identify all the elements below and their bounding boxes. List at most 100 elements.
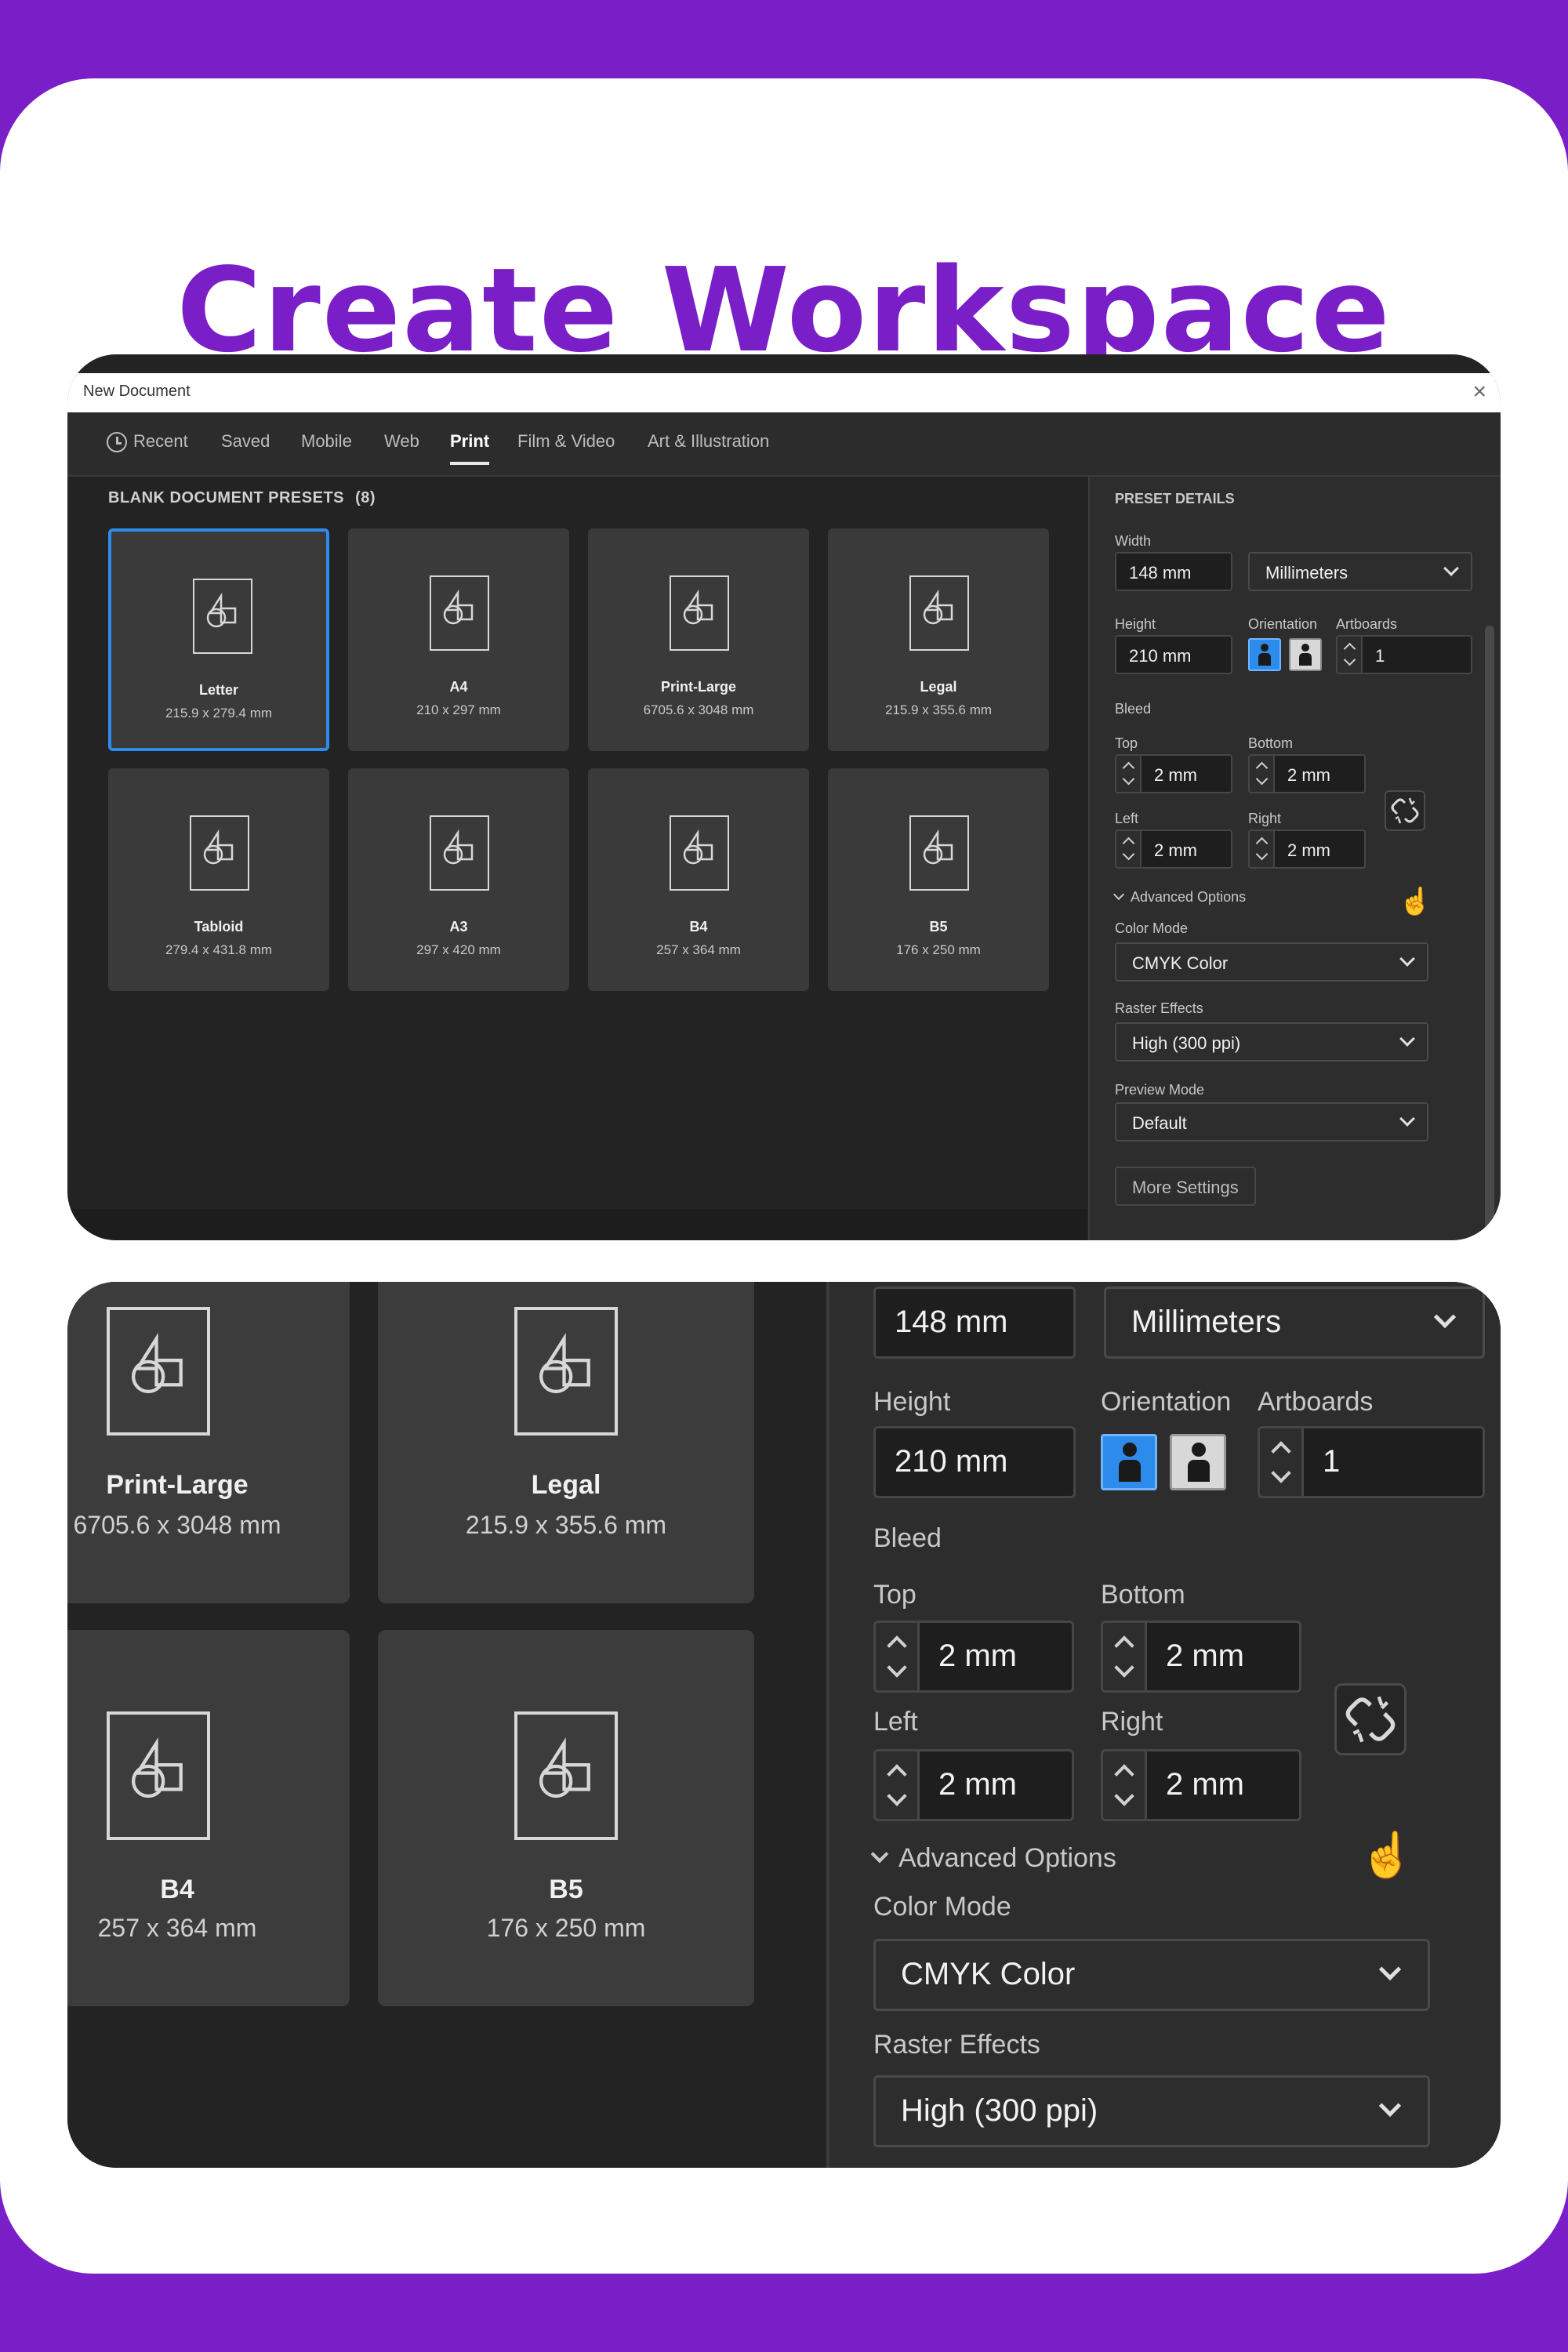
units-dropdown[interactable]: Millimeters <box>1248 552 1472 591</box>
chevron-down-icon <box>1112 888 1125 901</box>
width-field[interactable]: 148 mm <box>873 1287 1076 1359</box>
bleed-left-stepper[interactable] <box>873 1749 919 1821</box>
preview-mode-dropdown[interactable]: Default <box>1115 1102 1428 1142</box>
document-icon <box>514 1307 618 1436</box>
landscape-orientation-button[interactable] <box>1170 1434 1226 1490</box>
landscape-icon <box>1188 1443 1210 1482</box>
tab-mobile[interactable]: Mobile <box>301 431 352 463</box>
artboards-stepper[interactable] <box>1336 635 1363 674</box>
close-icon[interactable]: × <box>1472 378 1486 406</box>
chevron-down-icon <box>1399 951 1415 967</box>
tab-saved[interactable]: Saved <box>221 431 270 463</box>
preset-size: 257 x 364 mm <box>656 942 741 957</box>
tab-print[interactable]: Print <box>450 431 490 465</box>
preset-print-large[interactable]: Print-Large 6705.6 x 3048 mm <box>588 528 809 751</box>
color-mode-dropdown[interactable]: CMYK Color <box>1115 942 1428 982</box>
preset-a3[interactable]: A3 297 x 420 mm <box>348 768 569 991</box>
more-settings-button[interactable]: More Settings <box>1115 1167 1256 1206</box>
preset-tabloid[interactable]: Tabloid 279.4 x 431.8 mm <box>108 768 329 991</box>
bleed-right-field[interactable]: 2 mm <box>1145 1749 1301 1821</box>
advanced-options-toggle[interactable]: Advanced Options <box>870 1843 1116 1874</box>
dialog-titlebar: New Document × <box>67 373 1501 412</box>
bleed-top-field[interactable]: 2 mm <box>917 1621 1074 1693</box>
bleed-top-label: Top <box>873 1580 916 1610</box>
document-icon <box>430 575 489 651</box>
preset-size: 279.4 x 431.8 mm <box>165 942 273 957</box>
preset-print-large[interactable]: Print-Large 6705.6 x 3048 mm <box>67 1282 350 1603</box>
preset-name: B4 <box>160 1875 194 1904</box>
new-document-screenshot: New Document × Recent Saved Mobile Web P… <box>67 354 1501 1240</box>
clock-icon <box>107 432 127 453</box>
portrait-orientation-button[interactable] <box>1101 1434 1157 1490</box>
units-dropdown[interactable]: Millimeters <box>1104 1287 1485 1359</box>
preset-size: 6705.6 x 3048 mm <box>643 702 754 717</box>
preset-b5[interactable]: B5 176 x 250 mm <box>378 1630 754 2006</box>
preset-b4[interactable]: B4 257 x 364 mm <box>588 768 809 991</box>
bleed-bottom-field[interactable]: 2 mm <box>1145 1621 1301 1693</box>
bleed-top-stepper[interactable] <box>873 1621 919 1693</box>
landscape-orientation-button[interactable] <box>1289 638 1322 671</box>
height-field[interactable]: 210 mm <box>1115 635 1232 674</box>
tab-recent[interactable]: Recent <box>107 431 188 463</box>
zoomed-screenshot: Print-Large 6705.6 x 3048 mm Legal 215.9… <box>67 1282 1501 2168</box>
preset-name: A3 <box>449 919 468 935</box>
preset-details-panel: PRESET DETAILS Width 148 mm Millimeters … <box>1088 477 1501 1240</box>
preset-a4[interactable]: A4 210 x 297 mm <box>348 528 569 751</box>
preset-b4[interactable]: B4 257 x 364 mm <box>67 1630 350 2006</box>
tab-film-video[interactable]: Film & Video <box>517 431 615 463</box>
artboards-stepper[interactable] <box>1258 1426 1303 1498</box>
portrait-orientation-button[interactable] <box>1248 638 1281 671</box>
bleed-right-stepper[interactable] <box>1101 1749 1146 1821</box>
link-bleed-button[interactable] <box>1334 1683 1406 1755</box>
link-bleed-button[interactable] <box>1385 790 1425 831</box>
bleed-top-stepper[interactable] <box>1115 754 1142 793</box>
preset-name: B5 <box>929 919 948 935</box>
zoomed-details-panel: 148 mm Millimeters Height 210 mm Orienta… <box>826 1282 1501 2168</box>
hand-cursor-icon: ☝ <box>1359 1830 1414 1879</box>
bleed-bottom-stepper[interactable] <box>1248 754 1275 793</box>
presets-heading: BLANK DOCUMENT PRESETS (8) <box>108 489 376 506</box>
document-icon <box>670 815 729 891</box>
bleed-left-field[interactable]: 2 mm <box>1140 829 1232 869</box>
bleed-bottom-label: Bottom <box>1101 1580 1185 1610</box>
raster-effects-dropdown[interactable]: High (300 ppi) <box>1115 1022 1428 1062</box>
color-mode-label: Color Mode <box>873 1892 1011 1922</box>
bleed-left-stepper[interactable] <box>1115 829 1142 869</box>
color-mode-dropdown[interactable]: CMYK Color <box>873 1939 1430 2011</box>
preset-legal[interactable]: Legal 215.9 x 355.6 mm <box>378 1282 754 1603</box>
document-icon <box>909 815 969 891</box>
bleed-left-field[interactable]: 2 mm <box>917 1749 1074 1821</box>
landscape-icon <box>1299 644 1312 666</box>
hand-cursor-icon: ☝ <box>1399 887 1432 916</box>
bleed-top-field[interactable]: 2 mm <box>1140 754 1232 793</box>
chevron-down-icon <box>1378 2094 1402 2118</box>
portrait-icon <box>1258 644 1271 666</box>
bleed-bottom-stepper[interactable] <box>1101 1621 1146 1693</box>
portrait-icon <box>1119 1443 1141 1482</box>
advanced-options-toggle[interactable]: Advanced Options <box>1112 888 1246 906</box>
preset-name: Print-Large <box>106 1470 249 1500</box>
preset-category-tabs: Recent Saved Mobile Web Print Film & Vid… <box>67 412 1501 477</box>
chevron-down-icon <box>1399 1111 1415 1127</box>
preset-letter[interactable]: Letter 215.9 x 279.4 mm <box>108 528 329 751</box>
bleed-right-field[interactable]: 2 mm <box>1273 829 1366 869</box>
artboards-field[interactable]: 1 <box>1301 1426 1485 1498</box>
tab-web[interactable]: Web <box>384 431 419 463</box>
orientation-label: Orientation <box>1101 1387 1232 1417</box>
footer-bar <box>67 1209 1087 1240</box>
document-icon <box>909 575 969 651</box>
preset-legal[interactable]: Legal 215.9 x 355.6 mm <box>828 528 1049 751</box>
preset-size: 297 x 420 mm <box>416 942 501 957</box>
preset-name: B5 <box>549 1875 583 1904</box>
tab-art-illustration[interactable]: Art & Illustration <box>648 431 769 463</box>
artboards-field[interactable]: 1 <box>1361 635 1472 674</box>
raster-effects-dropdown[interactable]: High (300 ppi) <box>873 2075 1430 2147</box>
bleed-right-stepper[interactable] <box>1248 829 1275 869</box>
details-scrollbar[interactable] <box>1485 626 1494 1229</box>
bleed-bottom-field[interactable]: 2 mm <box>1273 754 1366 793</box>
preset-b5[interactable]: B5 176 x 250 mm <box>828 768 1049 991</box>
height-field[interactable]: 210 mm <box>873 1426 1076 1498</box>
width-field[interactable]: 148 mm <box>1115 552 1232 591</box>
bleed-left-label: Left <box>873 1707 918 1737</box>
document-icon <box>430 815 489 891</box>
